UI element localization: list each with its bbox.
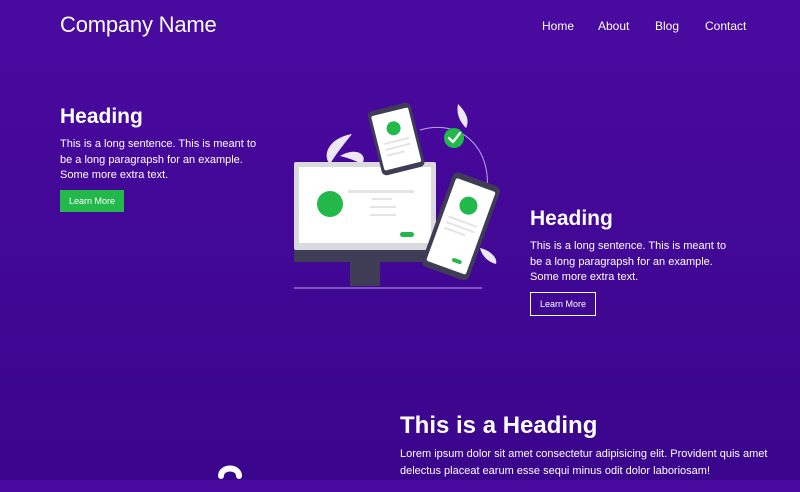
check-badge xyxy=(444,128,464,148)
hero-right-text: This is a long sentence. This is meant t… xyxy=(530,240,727,283)
monitor-pill xyxy=(400,232,414,237)
monitor-avatar-dot xyxy=(317,191,343,217)
leaf-icon xyxy=(326,134,352,164)
devices-illustration xyxy=(294,102,500,289)
top-navbar: Company Name Home About Blog Contact xyxy=(0,0,800,54)
hero-right-heading: Heading xyxy=(530,207,613,230)
hero-left-heading: Heading xyxy=(60,105,143,128)
learn-more-button-primary[interactable]: Learn More xyxy=(60,190,124,213)
hero-left-block: Heading This is a long sentence. This is… xyxy=(60,104,270,213)
nav-link-about[interactable]: About xyxy=(598,19,629,33)
nav-link-blog[interactable]: Blog xyxy=(655,19,679,33)
phone-top-screen xyxy=(371,107,422,171)
section-two: This is a Heading Lorem ipsum dolor sit … xyxy=(400,412,780,480)
brand-name[interactable]: Company Name xyxy=(60,12,217,38)
nav-link-home[interactable]: Home xyxy=(542,19,574,33)
learn-more-button-outline[interactable]: Learn More xyxy=(530,292,596,317)
section-two-heading: This is a Heading xyxy=(400,412,598,439)
hero-right-block: Heading This is a long sentence. This is… xyxy=(530,206,740,317)
monitor-line xyxy=(348,190,414,193)
section-two-text: Lorem ipsum dolor sit amet consectetur a… xyxy=(400,448,768,478)
monitor-neck xyxy=(350,262,380,286)
hero-left-text: This is a long sentence. This is meant t… xyxy=(60,138,257,181)
leaf-icon xyxy=(457,104,468,128)
partial-illustration xyxy=(218,465,242,479)
monitor-bezel xyxy=(294,250,436,262)
nav-link-contact[interactable]: Contact xyxy=(705,19,746,33)
monitor-line xyxy=(370,206,396,208)
monitor-line xyxy=(372,198,392,200)
leaf-icon xyxy=(480,248,497,264)
monitor-line xyxy=(370,214,396,216)
